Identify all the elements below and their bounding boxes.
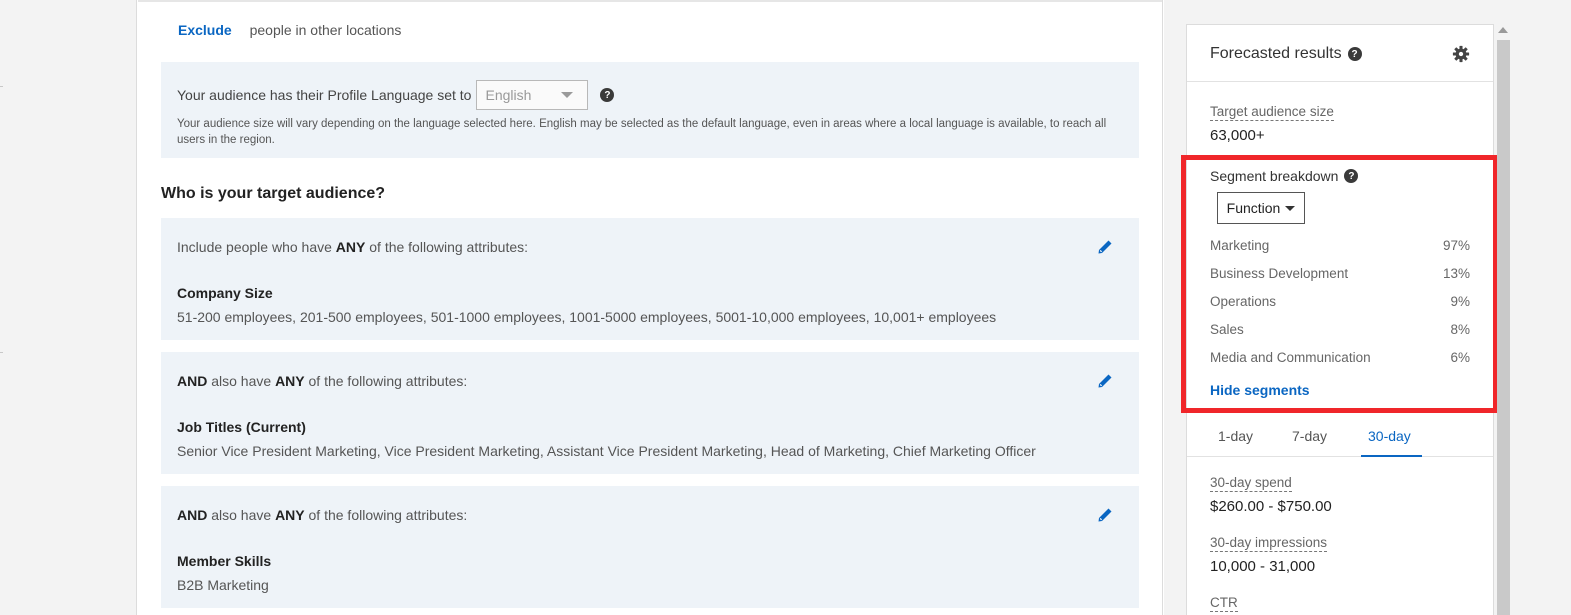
time-range-tabs: 1-day 7-day 30-day [1187, 417, 1493, 457]
stat-label-spend[interactable]: 30-day spend [1210, 475, 1292, 492]
pencil-icon[interactable] [1097, 507, 1113, 523]
targeting-panel: Exclude people in other locations Your a… [138, 0, 1163, 615]
segment-name: Marketing [1210, 238, 1270, 253]
rule-mid: also have [207, 373, 276, 389]
segment-name: Sales [1210, 322, 1244, 337]
attribute-values: 51-200 employees, 201-500 employees, 501… [177, 309, 997, 325]
segment-row: Operations 9% [1210, 294, 1470, 309]
attribute-group: AND also have ANY of the following attri… [161, 352, 1139, 474]
segment-percent: 8% [1450, 322, 1470, 337]
attribute-group: AND also have ANY of the following attri… [161, 486, 1139, 608]
rule-suffix: of the following attributes: [365, 239, 529, 255]
forecast-header: Forecasted results ? [1187, 25, 1493, 82]
scroll-up-icon[interactable] [1498, 27, 1508, 33]
rule-suffix: of the following attributes: [304, 373, 468, 389]
rule-and: AND [177, 507, 208, 523]
stat-value-spend: $260.00 - $750.00 [1210, 498, 1332, 515]
rule-mid: also have [207, 507, 276, 523]
stat-label-ctr[interactable]: CTR [1210, 595, 1238, 612]
pencil-icon[interactable] [1097, 373, 1113, 389]
stat-label-impressions[interactable]: 30-day impressions [1210, 535, 1328, 552]
help-circle-icon[interactable]: ? [1347, 47, 1362, 61]
scrollbar[interactable] [1497, 40, 1510, 615]
section-title: Who is your target audience? [161, 185, 386, 202]
attribute-values: B2B Marketing [177, 577, 269, 593]
profile-language-prompt: Your audience has their Profile Language… [177, 87, 472, 103]
rule-suffix: of the following attributes: [304, 507, 468, 523]
segment-percent: 13% [1442, 266, 1470, 281]
profile-language-note: Your audience size will vary depending o… [177, 118, 1107, 146]
attribute-category: Member Skills [177, 553, 272, 569]
segment-percent: 9% [1450, 294, 1470, 309]
hide-segments-link[interactable]: Hide segments [1210, 382, 1310, 398]
help-circle-icon[interactable]: ? [600, 88, 615, 102]
segment-row: Business Development 13% [1210, 266, 1470, 281]
profile-language-value: English [485, 87, 532, 103]
segment-row: Sales 8% [1210, 322, 1470, 337]
segment-name: Operations [1210, 294, 1277, 309]
caret-down-icon [561, 92, 574, 98]
attribute-category: Company Size [177, 285, 273, 301]
forecast-title: Forecasted results ? [1210, 45, 1362, 63]
left-gutter [0, 0, 137, 615]
rule-and: AND [177, 373, 208, 389]
rule-keyword: ANY [275, 507, 305, 523]
attribute-category: Job Titles (Current) [177, 419, 306, 435]
attribute-group: Include people who have ANY of the follo… [161, 218, 1139, 340]
exclude-text: people in other locations [249, 22, 402, 38]
rule-prefix: Include people who have [177, 239, 336, 255]
stat-value-impressions: 10,000 - 31,000 [1210, 558, 1316, 575]
forecast-card: Forecasted results ? Target audience siz… [1186, 24, 1494, 615]
profile-language-line: Your audience has their Profile Language… [177, 80, 615, 110]
segment-dropdown-label: Function [1226, 200, 1281, 216]
segment-name: Media and Communication [1210, 350, 1371, 365]
segment-percent: 6% [1450, 350, 1470, 365]
tab-1-day[interactable]: 1-day [1218, 428, 1253, 444]
caret-down-icon [1285, 205, 1296, 211]
target-audience-label[interactable]: Target audience size [1210, 104, 1334, 121]
rule-keyword: ANY [275, 373, 305, 389]
tab-7-day[interactable]: 7-day [1292, 428, 1327, 444]
gutter-tick [0, 86, 3, 87]
attribute-rule: AND also have ANY of the following attri… [177, 373, 467, 389]
tab-30-day[interactable]: 30-day [1368, 428, 1411, 444]
profile-language-select[interactable]: English [476, 80, 589, 110]
attribute-rule: Include people who have ANY of the follo… [177, 239, 528, 255]
segment-dropdown[interactable]: Function [1217, 192, 1305, 224]
exclude-row: Exclude people in other locations [178, 22, 401, 38]
segment-row: Media and Communication 6% [1210, 350, 1470, 365]
rule-keyword: ANY [335, 239, 366, 255]
active-tab-indicator [1361, 455, 1422, 457]
gutter-tick [0, 352, 3, 353]
top-divider [138, 0, 1162, 2]
segment-title-text: Segment breakdown [1210, 168, 1339, 184]
forecast-title-text: Forecasted results [1210, 45, 1342, 62]
attribute-rule: AND also have ANY of the following attri… [177, 507, 467, 523]
segment-row: Marketing 97% [1210, 238, 1470, 253]
gear-icon[interactable] [1452, 45, 1470, 63]
segment-breakdown-title: Segment breakdown ? [1210, 168, 1359, 184]
help-circle-icon[interactable]: ? [1344, 169, 1359, 183]
profile-language-box: Your audience has their Profile Language… [161, 62, 1139, 158]
segment-percent: 97% [1442, 238, 1470, 253]
target-audience-value: 63,000+ [1210, 127, 1265, 144]
segment-name: Business Development [1210, 266, 1349, 281]
exclude-link[interactable]: Exclude [178, 22, 232, 38]
attribute-values: Senior Vice President Marketing, Vice Pr… [177, 443, 1036, 459]
pencil-icon[interactable] [1097, 239, 1113, 255]
